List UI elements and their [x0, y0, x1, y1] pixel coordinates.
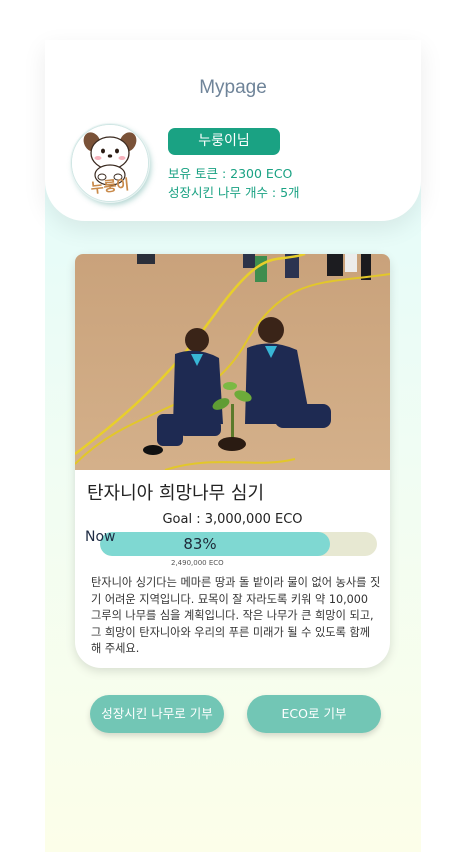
goal-amount: Goal : 3,000,000 ECO — [162, 512, 303, 527]
current-amount: 2,490,000 ECO — [171, 559, 224, 567]
project-title: 탄자니아 희망나무 심기 — [87, 483, 265, 504]
now-label: Now — [85, 529, 116, 545]
username-badge: 누룽이님 — [168, 128, 280, 155]
token-balance: 보유 토큰 : 2300 ECO — [168, 166, 293, 181]
progress-percent: 83% — [183, 535, 217, 553]
project-description: 탄자니아 싱기다는 메마른 땅과 돌 밭이라 물이 없어 농사를 짓기 어려운 … — [91, 576, 381, 655]
profile-card: Mypage 누룽이 누룽이님 보유 토큰 : 2300 ECO 성장시킨 나무… — [45, 40, 421, 221]
project-card[interactable]: 탄자니아 희망나무 심기 Goal : 3,000,000 ECO Now 83… — [75, 254, 390, 668]
page-title: Mypage — [199, 77, 267, 98]
donate-with-trees-button[interactable]: 성장시킨 나무로 기부 — [90, 695, 224, 733]
grown-tree-count: 성장시킨 나무 개수 : 5개 — [168, 185, 300, 200]
funding-progress-bar — [100, 532, 377, 556]
donate-with-eco-button[interactable]: ECO로 기부 — [247, 695, 381, 733]
project-photo — [75, 254, 390, 470]
